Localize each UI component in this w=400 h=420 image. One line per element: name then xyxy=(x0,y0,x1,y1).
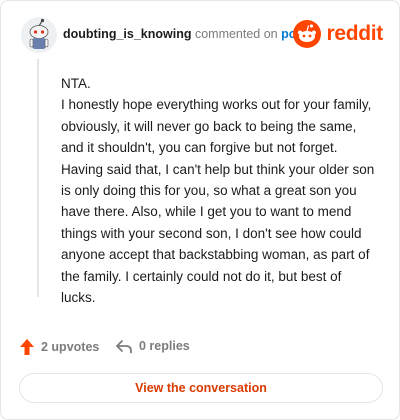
comment-card: doubting_is_knowing commented on post re… xyxy=(0,0,400,420)
upvote-button[interactable]: 2 upvotes xyxy=(19,338,99,356)
comment-header: doubting_is_knowing commented on post re… xyxy=(17,15,383,55)
commented-on-text: commented on xyxy=(194,27,278,41)
comment-footer: 2 upvotes 0 replies xyxy=(19,338,379,360)
comment-paragraph: I honestly hope everything works out for… xyxy=(61,97,375,306)
comment-body: NTA. I honestly hope everything works ou… xyxy=(61,73,379,308)
reply-arrow-icon xyxy=(116,340,132,354)
comment-paragraph: NTA. xyxy=(61,76,91,91)
reply-button[interactable]: 0 replies xyxy=(115,338,190,354)
reddit-wordmark: reddit xyxy=(326,22,383,45)
upvote-arrow-icon xyxy=(20,339,34,355)
upvote-count: 2 upvotes xyxy=(41,340,100,354)
reddit-logo-icon xyxy=(293,20,322,48)
reply-count: 0 replies xyxy=(139,339,190,353)
comment-meta: doubting_is_knowing commented on post xyxy=(63,27,308,41)
username-link[interactable]: doubting_is_knowing xyxy=(63,27,191,41)
snoo-avatar-icon[interactable] xyxy=(21,17,57,53)
view-conversation-button[interactable]: View the conversation xyxy=(19,373,383,403)
thread-line[interactable] xyxy=(37,59,39,297)
reddit-logo[interactable]: reddit xyxy=(293,19,383,49)
